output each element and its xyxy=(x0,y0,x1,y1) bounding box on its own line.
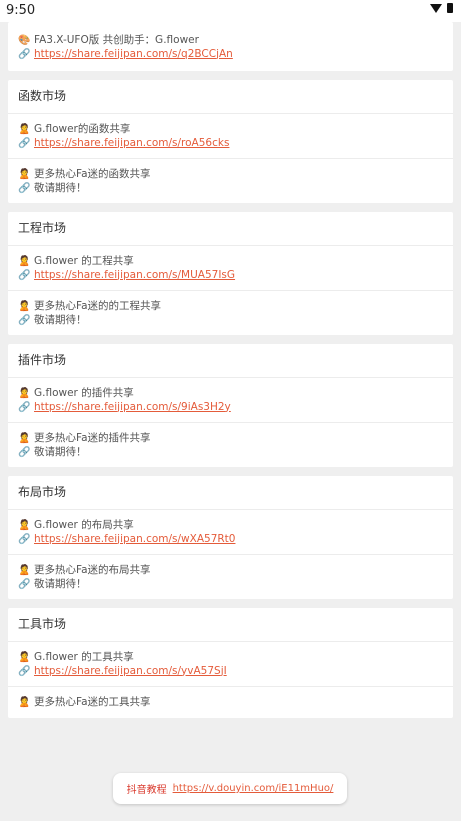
share-link[interactable]: https://share.feijipan.com/s/9iAs3H2y xyxy=(34,401,231,415)
coming-soon-text: 敬请期待！ xyxy=(34,445,87,458)
share-item: 🙎 G.flower 的工具共享 🔗 https://share.feijipan.c… xyxy=(8,642,453,687)
share-title: G.flower的函数共享 xyxy=(34,123,131,135)
share-title: 更多热心Fa迷的的工程共享 xyxy=(34,300,162,312)
share-title: G.flower 的布局共享 xyxy=(34,519,134,531)
link-icon: 🔗 xyxy=(18,401,31,413)
status-icons xyxy=(430,3,453,13)
market-title: 工具市场 xyxy=(8,608,453,642)
wifi-icon xyxy=(430,3,442,13)
intro-link[interactable]: https://share.feijipan.com/s/q2BCCjAn xyxy=(34,48,233,62)
share-link[interactable]: https://share.feijipan.com/s/roA56cks xyxy=(34,137,229,151)
share-title: 更多热心Fa迷的布局共享 xyxy=(34,564,151,576)
share-title: 更多热心Fa迷的插件共享 xyxy=(34,432,151,444)
person-icon: 🙎 xyxy=(18,697,31,708)
share-item: 🙎 更多热心Fa迷的布局共享 🔗 敬请期待！ xyxy=(8,555,453,599)
person-icon: 🙎 xyxy=(18,433,31,444)
link-icon: 🔗 xyxy=(18,269,31,281)
status-bar: 9:50 xyxy=(0,0,461,22)
link-icon: 🔗 xyxy=(18,578,31,590)
coming-soon-text: 敬请期待！ xyxy=(34,181,87,194)
share-title: G.flower 的工具共享 xyxy=(34,651,134,663)
share-item: 🙎 更多热心Fa迷的函数共享 🔗 敬请期待！ xyxy=(8,159,453,203)
link-icon: 🔗 xyxy=(18,446,31,458)
palette-icon: 🎨 xyxy=(18,35,31,46)
battery-icon xyxy=(447,3,453,13)
share-item: 🙎 G.flower 的布局共享 🔗 https://share.feijipan.c… xyxy=(8,510,453,555)
market-title: 函数市场 xyxy=(8,80,453,114)
market-card: 工程市场 🙎 G.flower 的工程共享 🔗 https://share.feijip… xyxy=(8,212,453,335)
share-item: 🙎 更多热心Fa迷的的工程共享 🔗 敬请期待！ xyxy=(8,291,453,335)
person-icon: 🙎 xyxy=(18,520,31,531)
market-title: 工程市场 xyxy=(8,212,453,246)
content-scroll[interactable]: 🎨 FA3.X-UFO版 共创助手：G.flower 🔗 https://sha… xyxy=(0,22,461,727)
share-link[interactable]: https://share.feijipan.com/s/yvA57SjI xyxy=(34,665,227,679)
intro-text: FA3.X-UFO版 共创助手：G.flower xyxy=(34,34,199,46)
link-icon: 🔗 xyxy=(18,533,31,545)
link-icon: 🔗 xyxy=(18,137,31,149)
link-icon: 🔗 xyxy=(18,48,31,60)
market-title: 布局市场 xyxy=(8,476,453,510)
intro-card: 🎨 FA3.X-UFO版 共创助手：G.flower 🔗 https://sha… xyxy=(8,22,453,71)
person-icon: 🙎 xyxy=(18,652,31,663)
person-icon: 🙎 xyxy=(18,169,31,180)
tutorial-label: 抖音教程 xyxy=(126,785,167,796)
market-card: 插件市场 🙎 G.flower 的插件共享 🔗 https://share.feijip… xyxy=(8,344,453,467)
market-card: 工具市场 🙎 G.flower 的工具共享 🔗 https://share.feijip… xyxy=(8,608,453,718)
market-card: 布局市场 🙎 G.flower 的布局共享 🔗 https://share.feijip… xyxy=(8,476,453,599)
link-icon: 🔗 xyxy=(18,182,31,194)
share-item: 🙎 G.flower 的工程共享 🔗 https://share.feijipan.c… xyxy=(8,246,453,291)
tutorial-link[interactable]: https://v.douyin.com/iE11mHuo/ xyxy=(173,783,334,794)
person-icon: 🙎 xyxy=(18,388,31,399)
person-icon: 🙎 xyxy=(18,256,31,267)
share-item: 🙎 更多热心Fa迷的工具共享 xyxy=(8,687,453,718)
person-icon: 🙎 xyxy=(18,301,31,312)
share-title: G.flower 的工程共享 xyxy=(34,255,134,267)
link-icon: 🔗 xyxy=(18,314,31,326)
market-title: 插件市场 xyxy=(8,344,453,378)
coming-soon-text: 敬请期待！ xyxy=(34,313,87,326)
intro-item: 🎨 FA3.X-UFO版 共创助手：G.flower 🔗 https://sha… xyxy=(8,22,453,71)
status-time: 9:50 xyxy=(6,3,36,18)
person-icon: 🙎 xyxy=(18,565,31,576)
share-title: G.flower 的插件共享 xyxy=(34,387,134,399)
share-title: 更多热心Fa迷的函数共享 xyxy=(34,168,151,180)
share-link[interactable]: https://share.feijipan.com/s/MUA57IsG xyxy=(34,269,235,283)
share-item: 🙎 G.flower的函数共享 🔗 https://share.feijipan.co… xyxy=(8,114,453,159)
coming-soon-text: 敬请期待！ xyxy=(34,577,87,590)
share-link[interactable]: https://share.feijipan.com/s/wXA57Rt0 xyxy=(34,533,235,547)
tutorial-banner[interactable]: 抖音教程 https://v.douyin.com/iE11mHuo/ xyxy=(113,773,347,804)
share-item: 🙎 更多热心Fa迷的插件共享 🔗 敬请期待！ xyxy=(8,423,453,467)
person-icon: 🙎 xyxy=(18,124,31,135)
market-card: 函数市场 🙎 G.flower的函数共享 🔗 https://share.feijipa… xyxy=(8,80,453,203)
share-title: 更多热心Fa迷的工具共享 xyxy=(34,696,151,708)
share-item: 🙎 G.flower 的插件共享 🔗 https://share.feijipan.c… xyxy=(8,378,453,423)
link-icon: 🔗 xyxy=(18,665,31,677)
